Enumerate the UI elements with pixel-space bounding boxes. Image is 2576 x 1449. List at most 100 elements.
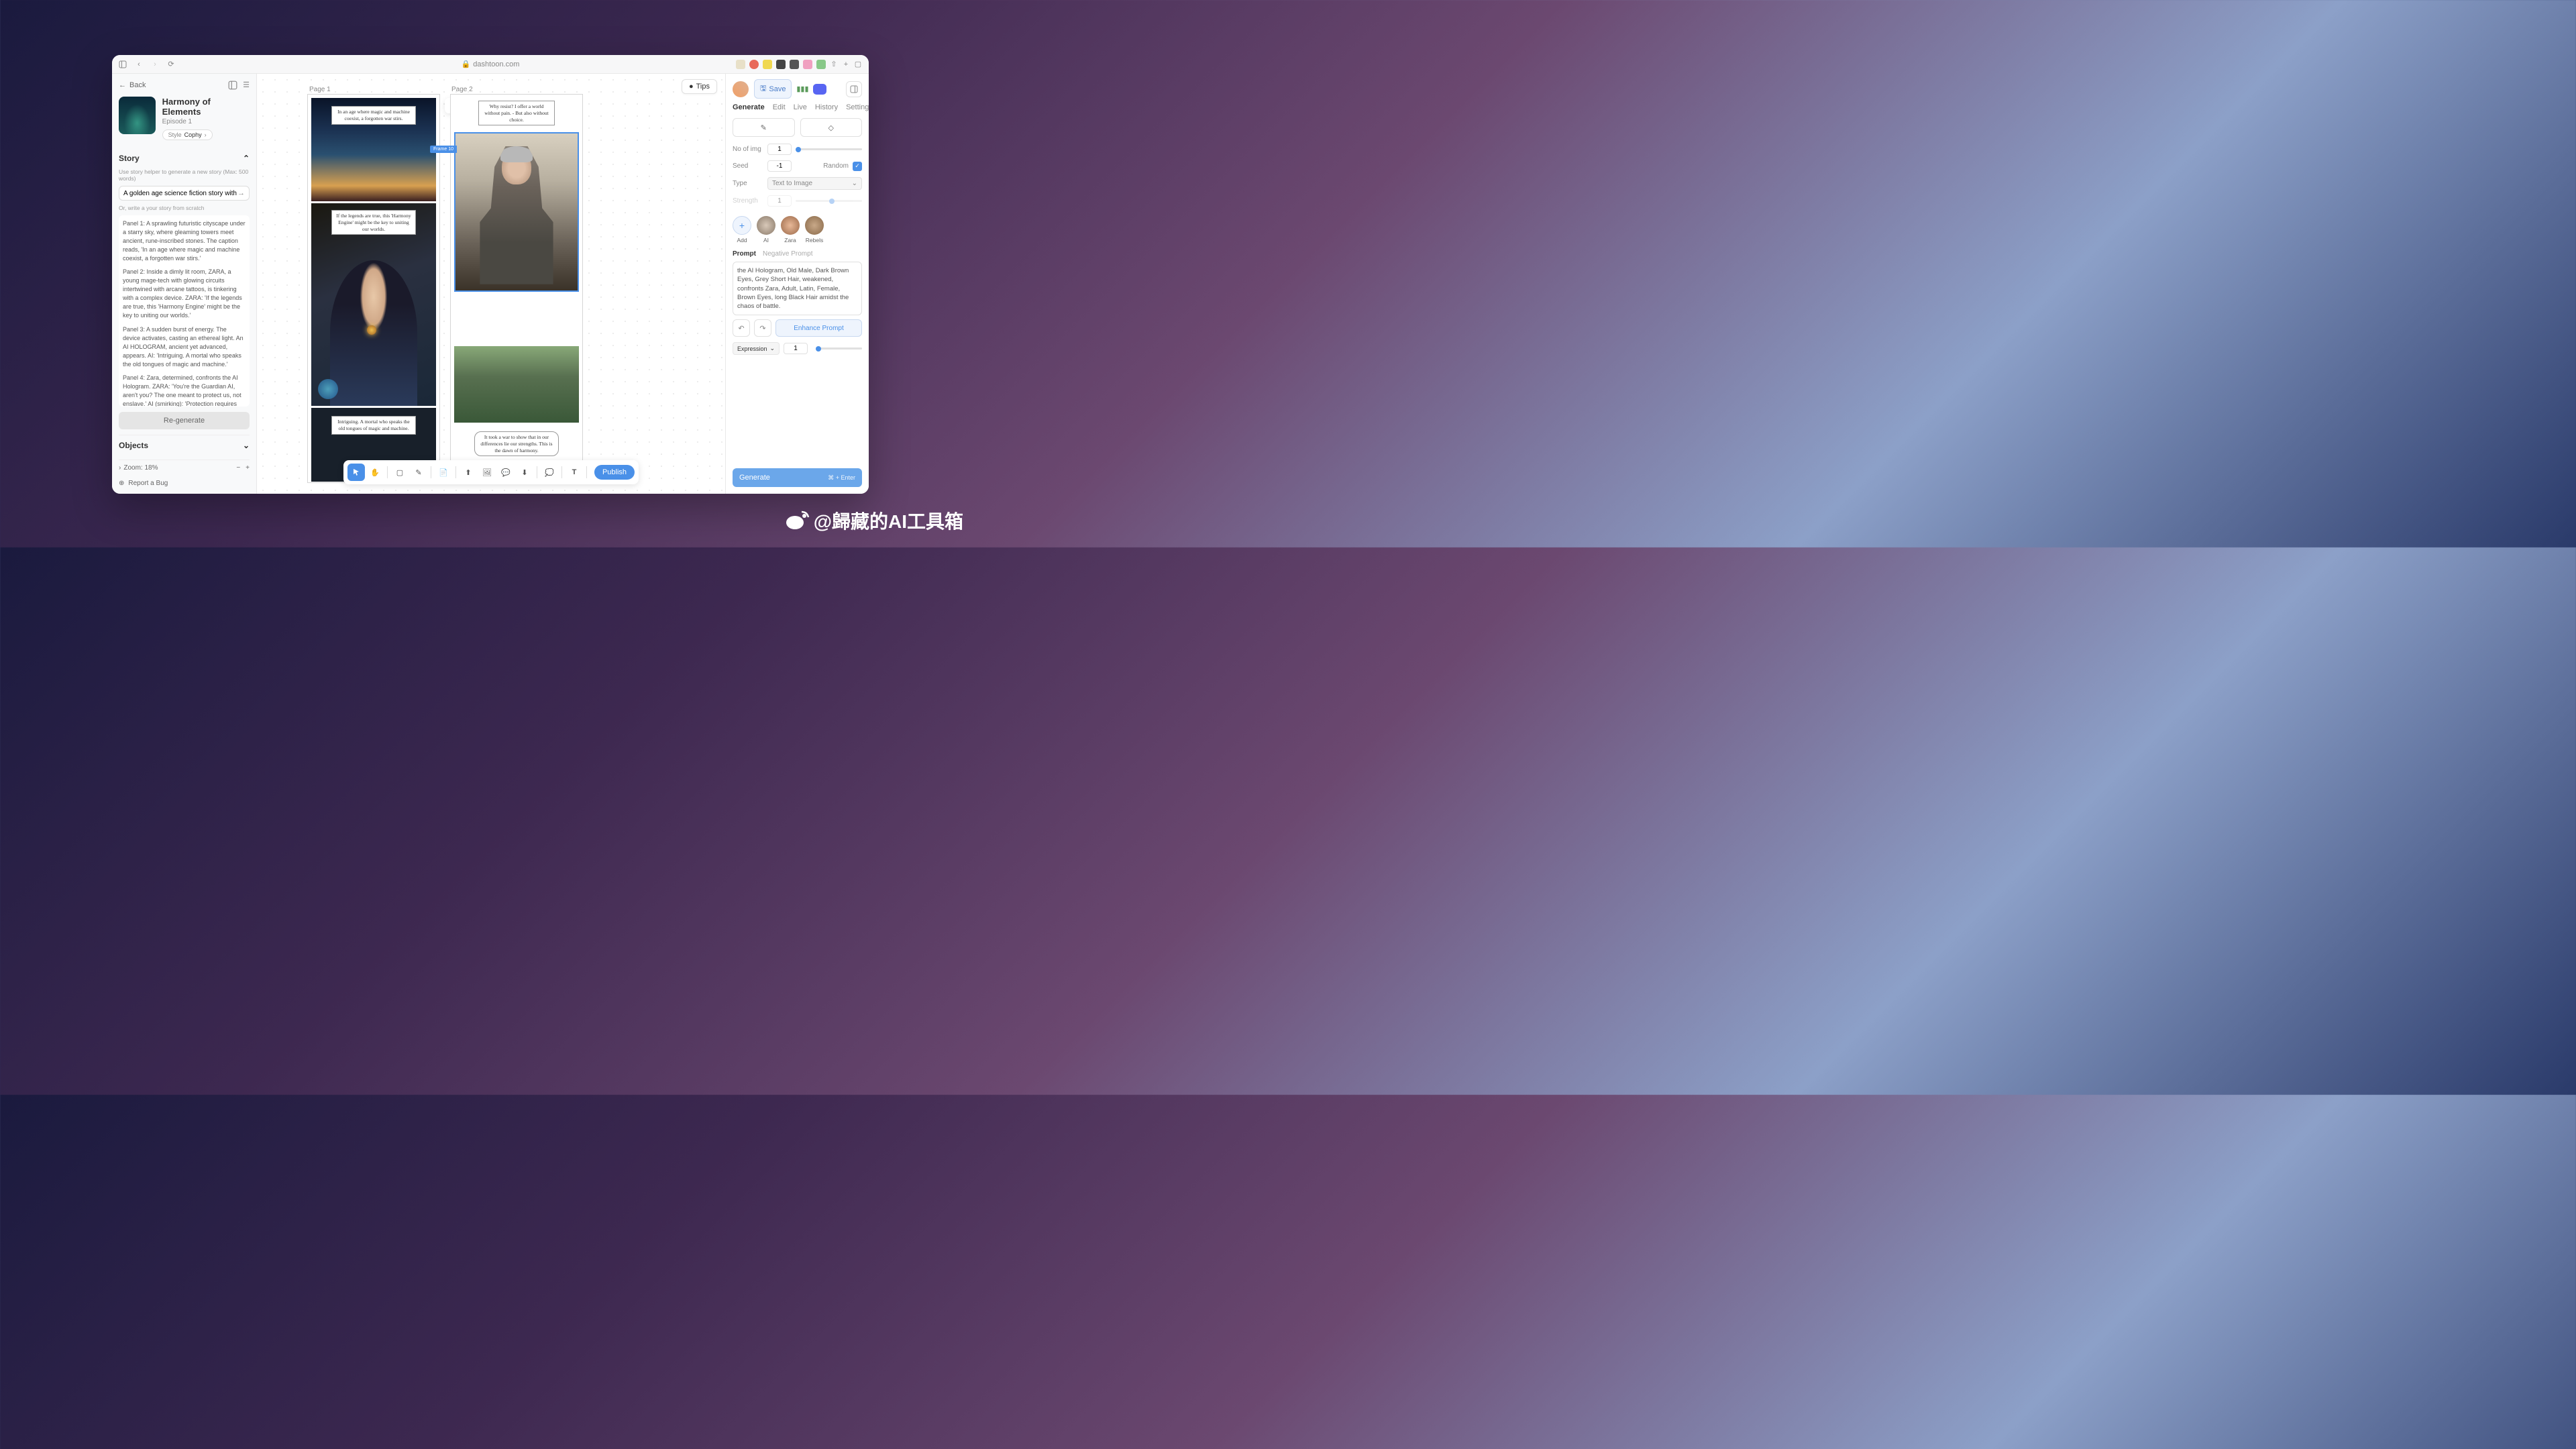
caption-2[interactable]: If the legends are true, this 'Harmony E… <box>331 210 416 235</box>
neg-prompt-tab[interactable]: Negative Prompt <box>763 250 812 258</box>
expression-slider[interactable] <box>816 347 862 350</box>
project-episode: Episode 1 <box>162 118 250 125</box>
panel-top[interactable]: Why resist? I offer a world without pain… <box>454 98 579 131</box>
random-label: Random <box>823 162 849 170</box>
caption-3[interactable]: Intriguing. A mortal who speaks the old … <box>331 416 416 435</box>
upload-icon[interactable]: ⬆ <box>460 464 477 481</box>
tips-button[interactable]: ●Tips <box>682 79 717 94</box>
report-bug-link[interactable]: ⊕ Report a Bug <box>119 476 250 487</box>
share-icon[interactable]: ⇧ <box>830 60 838 68</box>
write-scratch-hint: Or, write a your story from scratch <box>119 205 250 211</box>
panel-zara[interactable]: If the legends are true, this 'Harmony E… <box>311 203 436 406</box>
story-input-field[interactable] <box>123 190 237 197</box>
char-ai-avatar[interactable] <box>757 216 775 235</box>
tab-settings[interactable]: Settings <box>846 103 869 111</box>
project-thumbnail[interactable] <box>119 97 156 134</box>
tab-edit[interactable]: Edit <box>773 103 786 111</box>
tab-generate[interactable]: Generate <box>733 103 765 111</box>
panel-city-green[interactable] <box>454 346 579 423</box>
noimg-input[interactable] <box>767 144 792 155</box>
caption-1[interactable]: In an age where magic and machine coexis… <box>331 106 416 125</box>
seed-input[interactable] <box>767 160 792 172</box>
regenerate-button[interactable]: Re-generate <box>119 412 250 429</box>
style-selector[interactable]: Style Cophy › <box>162 129 213 140</box>
save-button[interactable]: 🖫 Save <box>754 79 792 99</box>
address-bar[interactable]: 🔒 dashtoon.com <box>462 60 520 68</box>
expression-select[interactable]: Expression ⌄ <box>733 342 780 355</box>
add-character-button[interactable]: + <box>733 216 751 235</box>
comment-icon[interactable]: 💭 <box>541 464 558 481</box>
tab-history[interactable]: History <box>815 103 838 111</box>
panel-icon[interactable] <box>228 80 237 90</box>
sidebar-right: 🖫 Save ▮▮▮ Generate Edit Live History Se… <box>725 74 869 494</box>
comic-page-2[interactable]: Why resist? I offer a world without pain… <box>450 94 583 483</box>
lightbulb-icon: ● <box>689 83 694 91</box>
zoom-out-icon[interactable]: − <box>236 464 240 472</box>
back-button[interactable]: ← Back <box>119 81 146 89</box>
zoom-in-icon[interactable]: + <box>246 464 250 472</box>
tabs-icon[interactable]: ▢ <box>854 60 862 68</box>
mode-draw-icon[interactable]: ✎ <box>733 118 795 137</box>
redo-icon[interactable]: ↷ <box>754 319 771 337</box>
ext-icon[interactable] <box>803 60 812 69</box>
submit-arrow-icon[interactable]: → <box>237 189 245 197</box>
nav-back-icon[interactable]: ‹ <box>135 60 143 68</box>
type-select[interactable]: Text to Image ⌄ <box>767 177 862 190</box>
right-tabs: Generate Edit Live History Settings <box>733 103 862 111</box>
story-helper-input[interactable]: → <box>119 186 250 201</box>
story-hint: Use story helper to generate a new story… <box>119 168 250 182</box>
ext-icon[interactable] <box>736 60 745 69</box>
speech-bubble-icon[interactable]: 💬 <box>497 464 515 481</box>
ext-icon[interactable] <box>816 60 826 69</box>
nav-fwd-icon[interactable]: › <box>151 60 159 68</box>
hand-tool-icon[interactable]: ✋ <box>366 464 384 481</box>
sidebar-toggle-icon[interactable] <box>119 60 127 68</box>
download-icon[interactable]: ⬇ <box>516 464 533 481</box>
mode-erase-icon[interactable]: ◇ <box>800 118 863 137</box>
reload-icon[interactable]: ⟳ <box>167 60 175 68</box>
stats-icon[interactable]: ▮▮▮ <box>797 84 808 95</box>
page2-label: Page 2 <box>451 86 473 93</box>
expression-input[interactable] <box>784 343 808 354</box>
panel-toggle-icon[interactable] <box>846 81 862 97</box>
random-checkbox[interactable]: ✓ <box>853 162 862 171</box>
generate-button[interactable]: Generate ⌘ + Enter <box>733 468 862 487</box>
tab-live[interactable]: Live <box>794 103 807 111</box>
prompt-textarea[interactable]: the AI Hologram, Old Male, Dark Brown Ey… <box>733 262 862 315</box>
chevron-right-icon[interactable]: › <box>119 464 121 472</box>
canvas[interactable]: ●Tips Page 1 Page 2 Downloading Images..… <box>257 74 725 494</box>
edit-tool-icon[interactable]: ✎ <box>410 464 427 481</box>
char-zara-avatar[interactable] <box>781 216 800 235</box>
comic-page-1[interactable]: In an age where magic and machine coexis… <box>307 94 440 483</box>
cursor-tool-icon[interactable] <box>347 464 365 481</box>
ext-icon[interactable] <box>749 60 759 69</box>
ai-figure <box>480 146 553 284</box>
objects-header[interactable]: Objects ⌄ <box>119 435 250 455</box>
discord-icon[interactable] <box>813 84 826 95</box>
chevron-down-icon: ⌄ <box>852 180 857 187</box>
panel-cityscape[interactable]: In an age where magic and machine coexis… <box>311 98 436 201</box>
undo-icon[interactable]: ↶ <box>733 319 750 337</box>
user-avatar[interactable] <box>733 81 749 97</box>
caption-4[interactable]: Why resist? I offer a world without pain… <box>478 101 555 125</box>
new-tab-icon[interactable]: + <box>842 60 850 68</box>
caption-5[interactable]: It took a war to show that in our differ… <box>474 431 559 456</box>
noimg-slider[interactable] <box>796 148 862 150</box>
frame-tool-icon[interactable]: ▢ <box>391 464 409 481</box>
story-header[interactable]: Story ⌃ <box>119 148 250 168</box>
ext-icon[interactable] <box>790 60 799 69</box>
story-textarea[interactable]: Panel 1: A sprawling futuristic cityscap… <box>119 215 250 407</box>
enhance-prompt-button[interactable]: Enhance Prompt <box>775 319 862 337</box>
extension-icons: ⇧ + ▢ <box>736 60 862 69</box>
panel-ai-hologram[interactable]: Frame 10 <box>454 132 579 292</box>
char-rebels-avatar[interactable] <box>805 216 824 235</box>
prompt-tab[interactable]: Prompt <box>733 250 756 258</box>
text-tool-icon[interactable]: T <box>566 464 583 481</box>
publish-button[interactable]: Publish <box>594 465 635 480</box>
menu-icon[interactable]: ☰ <box>243 80 250 90</box>
ext-icon[interactable] <box>776 60 786 69</box>
page-tool-icon[interactable]: 📄 <box>435 464 452 481</box>
save-icon: 🖫 <box>760 83 766 95</box>
image-icon[interactable]: 🖼 <box>478 464 496 481</box>
ext-icon[interactable] <box>763 60 772 69</box>
